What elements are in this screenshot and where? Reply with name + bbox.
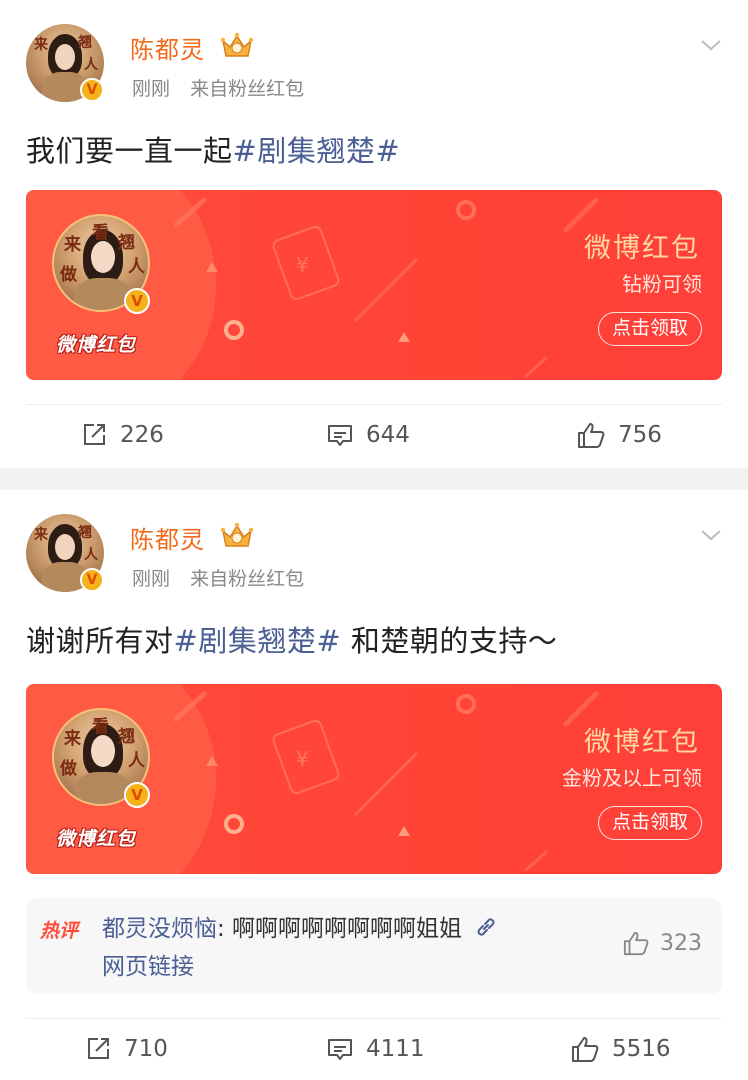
weibo-post: 来 翘 人 V 陈都灵 刚刚 来自粉丝红包 谢谢所有对#剧集翘楚# 和楚朝的支持…	[0, 490, 748, 1080]
avatar-glyph: 人	[128, 751, 145, 771]
action-bar: 710 4111 5516	[26, 1018, 722, 1080]
post-text: 谢谢所有对#剧集翘楚# 和楚朝的支持～	[26, 618, 557, 660]
hot-comment-body: : 啊啊啊啊啊啊啊啊姐姐	[217, 916, 463, 942]
avatar-glyph: 人	[84, 57, 98, 73]
avatar-glyph: 翘	[78, 35, 92, 51]
hashtag-link[interactable]: #剧集翘楚#	[174, 624, 342, 658]
red-packet-card[interactable]: ¥ 来 看 翘 人 做 V 微博红包 微博红包 钻粉可领 点击领取	[26, 190, 722, 380]
chevron-down-icon[interactable]	[700, 34, 722, 56]
verified-badge-icon: V	[124, 782, 150, 808]
red-packet-subtitle: 钻粉可领	[622, 272, 702, 296]
red-packet-card[interactable]: ¥ 来 看 翘 人 做 V 微博红包 微博红包 金粉及以上可领 点击领取	[26, 684, 722, 874]
red-packet-title: 微博红包	[584, 233, 700, 264]
hashtag-link[interactable]: #剧集翘楚#	[233, 134, 401, 168]
avatar-glyph: 翘	[78, 525, 92, 541]
avatar-glyph: 人	[84, 547, 98, 563]
crown-icon	[220, 32, 254, 57]
post-text-body: 和楚朝的支持～	[341, 624, 558, 658]
verified-badge-icon: V	[80, 568, 104, 592]
comment-icon	[328, 425, 352, 446]
avatar-glyph: 看	[92, 717, 109, 737]
post-text-body: 我们要一直一起	[26, 134, 233, 168]
action-bar: 226 644 756	[26, 404, 722, 470]
post-meta: 刚刚 来自粉丝红包	[132, 74, 304, 101]
repost-button[interactable]: 226	[80, 421, 164, 449]
comment-button[interactable]: 4111	[326, 1035, 425, 1063]
repost-icon	[84, 424, 105, 445]
red-packet-logo: 微博红包	[56, 828, 137, 850]
red-packet-title: 微博红包	[584, 727, 700, 758]
comment-icon	[328, 1039, 352, 1060]
avatar-face	[91, 241, 115, 273]
avatar-body	[74, 772, 132, 804]
repost-icon	[88, 1038, 109, 1059]
avatar-glyph: 做	[60, 265, 77, 285]
red-packet-subtitle: 金粉及以上可领	[562, 766, 702, 790]
hot-comment-like-count: 323	[660, 930, 702, 956]
comment-count: 4111	[366, 1036, 425, 1062]
like-button[interactable]: 756	[576, 421, 662, 449]
post-source: 来自粉丝红包	[190, 568, 305, 590]
thumbs-up-icon	[572, 1037, 599, 1062]
claim-button[interactable]: 点击领取	[597, 312, 702, 346]
post-time: 刚刚	[132, 568, 171, 590]
avatar-face	[55, 534, 75, 560]
avatar-glyph: 翘	[118, 727, 135, 747]
hot-comment-label: 热评	[40, 920, 79, 942]
hot-comment[interactable]: 热评 都灵没烦恼: 啊啊啊啊啊啊啊啊姐姐 网页链接 323	[26, 898, 722, 994]
verified-badge-icon: V	[80, 78, 104, 102]
weibo-post: 来 翘 人 V 陈都灵 刚刚 来自粉丝红包 我们要一直一起#剧集翘楚# ¥ 来 …	[0, 0, 748, 468]
verified-badge-icon: V	[124, 288, 150, 314]
comment-count: 644	[366, 422, 410, 448]
avatar-glyph: 做	[60, 759, 77, 779]
post-source: 来自粉丝红包	[190, 78, 305, 100]
author-name[interactable]: 陈都灵	[130, 520, 205, 555]
crown-icon	[220, 522, 254, 547]
hot-comment-text: 都灵没烦恼: 啊啊啊啊啊啊啊啊姐姐 网页链接	[102, 910, 582, 986]
avatar-glyph: 来	[64, 729, 81, 749]
post-text-body: 谢谢所有对	[26, 624, 174, 658]
post-text: 我们要一直一起#剧集翘楚#	[26, 128, 400, 170]
like-count: 5516	[612, 1036, 671, 1062]
web-link[interactable]: 网页链接	[102, 954, 194, 980]
claim-button[interactable]: 点击领取	[597, 806, 702, 840]
avatar-glyph: 来	[64, 235, 81, 255]
red-packet-logo: 微博红包	[56, 334, 137, 356]
avatar-glyph: 来	[34, 37, 48, 53]
repost-count: 710	[124, 1036, 168, 1062]
comment-button[interactable]: 644	[326, 421, 410, 449]
avatar-face	[55, 44, 75, 70]
avatar-body	[74, 278, 132, 310]
avatar-glyph: 人	[128, 257, 145, 277]
like-count: 756	[618, 422, 662, 448]
like-button[interactable]: 5516	[570, 1035, 671, 1063]
avatar-glyph: 来	[34, 527, 48, 543]
feed-divider	[0, 468, 748, 490]
author-name[interactable]: 陈都灵	[130, 30, 205, 65]
thumbs-up-icon	[623, 931, 649, 956]
avatar-glyph: 看	[92, 223, 109, 243]
repost-button[interactable]: 710	[84, 1035, 168, 1063]
thumbs-up-icon	[578, 423, 605, 448]
post-time: 刚刚	[132, 78, 171, 100]
hot-comment-user[interactable]: 都灵没烦恼	[102, 916, 217, 942]
avatar-face	[91, 735, 115, 767]
post-meta: 刚刚 来自粉丝红包	[132, 564, 304, 591]
svg-text:¥: ¥	[296, 747, 309, 771]
link-icon	[477, 918, 495, 936]
hot-comment-like-button[interactable]: 323	[622, 930, 702, 956]
repost-count: 226	[120, 422, 164, 448]
chevron-down-icon[interactable]	[700, 524, 722, 546]
svg-text:¥: ¥	[296, 253, 309, 277]
avatar-glyph: 翘	[118, 233, 135, 253]
